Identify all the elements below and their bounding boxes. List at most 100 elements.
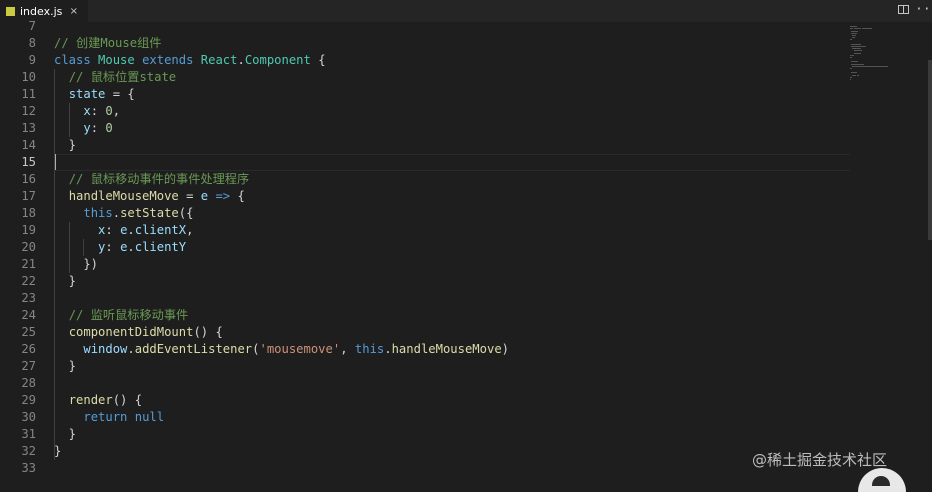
line-number: 30 (21, 410, 36, 424)
line-number: 14 (21, 138, 36, 152)
minimap-line (851, 46, 861, 47)
minimap-line (851, 43, 861, 45)
code-line[interactable]: 20 y: e.clientY (0, 239, 850, 256)
minimap-line (853, 28, 857, 30)
minimap-line (854, 37, 856, 39)
code-line[interactable]: 8 // 创建Mouse组件 (0, 35, 850, 52)
watermark: @稀土掘金技术社区 (752, 451, 888, 469)
code-text: } (54, 274, 77, 288)
code-line[interactable]: 12 x: 0, (0, 103, 850, 120)
line-number: 13 (21, 121, 36, 135)
code-text: x: 0, (83, 104, 121, 118)
line-number: 29 (21, 393, 36, 407)
code-text: } (54, 359, 77, 373)
code-line[interactable]: 29 render() { (0, 392, 850, 409)
indent-guide (69, 222, 70, 273)
minimap-line (850, 28, 853, 30)
line-number: 25 (21, 325, 36, 339)
code-line[interactable]: 14 } (0, 137, 850, 154)
code-text: // 鼠标位置state (68, 70, 177, 84)
minimap-line (856, 74, 859, 76)
code-line[interactable]: 16 // 鼠标移动事件的事件处理程序 (0, 171, 850, 188)
line-number: 11 (21, 87, 36, 101)
line-number: 19 (21, 223, 36, 237)
line-number: 18 (21, 206, 36, 220)
more-actions-icon[interactable]: ··· (915, 2, 932, 17)
code-line[interactable]: 17 handleMouseMove = e => { (0, 188, 850, 205)
minimap-line (850, 68, 852, 69)
minimap-line (861, 63, 864, 65)
code-line[interactable]: 11 state = { (0, 86, 850, 103)
line-number: 24 (21, 308, 36, 322)
code-line[interactable]: 13 y: 0 (0, 120, 850, 137)
code-line[interactable]: 26 window.addEventListener('mousemove', … (0, 341, 850, 358)
minimap-line (856, 52, 861, 54)
minimap-line (886, 65, 888, 67)
code-line[interactable]: 23 (0, 290, 850, 307)
minimap-line (851, 63, 862, 65)
code-text: handleMouseMove = e => { (68, 189, 245, 203)
minimap-line (850, 26, 858, 28)
code-line[interactable]: 21 }) (0, 256, 850, 273)
vertical-scrollbar[interactable] (928, 60, 932, 240)
code-text: render() { (68, 393, 143, 407)
tab-filename: index.js (20, 4, 63, 18)
line-number: 15 (21, 155, 36, 169)
line-number: 26 (21, 342, 36, 356)
line-number: 9 (28, 53, 36, 67)
code-text: // 创建Mouse组件 (54, 36, 162, 50)
code-text: // 监听鼠标移动事件 (68, 308, 189, 322)
indent-guide (83, 239, 84, 256)
code-line[interactable]: 33 (0, 460, 850, 477)
split-editor-icon[interactable] (898, 5, 909, 14)
code-line[interactable]: 25 componentDidMount() { (0, 324, 850, 341)
code-line[interactable]: 18 this.setState({ (0, 205, 850, 222)
line-number: 23 (21, 291, 36, 305)
code-line[interactable]: 30 return null (0, 409, 850, 426)
code-line[interactable]: 27 } (0, 358, 850, 375)
minimap[interactable] (848, 22, 932, 488)
text-cursor (55, 154, 56, 170)
code-line[interactable]: 7 (0, 18, 850, 35)
minimap-line (854, 32, 857, 34)
code-line[interactable]: 22 } (0, 273, 850, 290)
code-text: } (54, 444, 62, 458)
line-number: 12 (21, 104, 36, 118)
code-line[interactable]: 9 class Mouse extends React.Component { (0, 52, 850, 69)
code-line[interactable]: 15 (0, 154, 850, 171)
code-text: this.setState({ (83, 206, 194, 220)
minimap-line (852, 74, 856, 76)
line-number: 21 (21, 257, 36, 271)
code-line[interactable]: 19 x: e.clientX, (0, 222, 850, 239)
code-text: state = { (68, 87, 135, 101)
code-editor[interactable]: 7 8 // 创建Mouse组件 9 class Mouse extends React… (0, 19, 932, 488)
minimap-line (857, 28, 862, 30)
code-text: } (54, 427, 77, 441)
minimap-line (851, 61, 858, 63)
code-line[interactable]: 24 // 监听鼠标移动事件 (0, 307, 850, 324)
minimap-line (871, 28, 873, 30)
line-number: 7 (28, 19, 36, 33)
minimap-line (850, 76, 852, 78)
current-line-highlight (54, 154, 850, 171)
code-text: // 鼠标移动事件的事件处理程序 (68, 172, 250, 186)
code-line[interactable]: 32} (0, 443, 850, 460)
line-number: 20 (21, 240, 36, 254)
line-number: 33 (21, 461, 36, 475)
minimap-line (850, 79, 851, 80)
minimap-line (854, 72, 858, 74)
minimap-line (854, 35, 856, 36)
code-text: }) (54, 257, 99, 271)
close-icon[interactable]: × (70, 6, 78, 17)
code-text: class Mouse extends React.Component { (54, 53, 326, 67)
minimap-line (856, 65, 867, 67)
javascript-file-icon (6, 6, 15, 16)
code-line[interactable]: 10 // 鼠标位置state (0, 69, 850, 86)
line-number: 32 (21, 444, 36, 458)
code-line[interactable]: 28 (0, 375, 850, 392)
minimap-line (851, 30, 859, 32)
code-text: y: e.clientY (98, 240, 187, 254)
code-line[interactable]: 31 } (0, 426, 850, 443)
minimap-line (866, 65, 874, 67)
line-number: 22 (21, 274, 36, 288)
